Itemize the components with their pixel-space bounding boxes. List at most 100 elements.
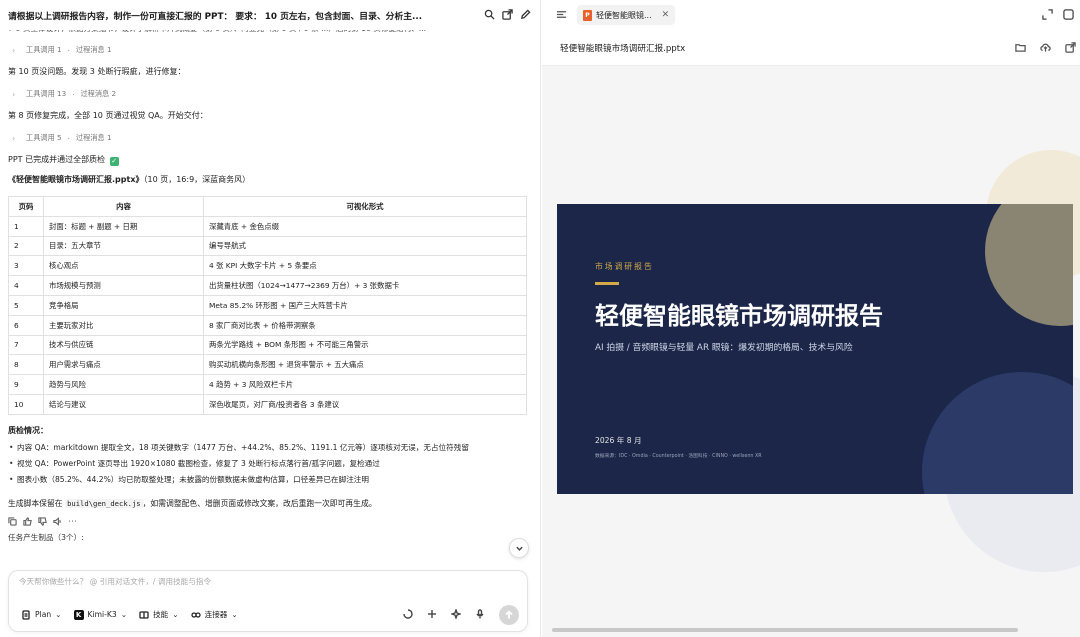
folder-icon[interactable] xyxy=(1015,42,1026,55)
plan-mode-dropdown[interactable]: Plan ⌄ xyxy=(21,609,62,620)
page-number-cell: 4 xyxy=(8,275,44,296)
visual-form-cell: 4 张 KPI 大数字卡片 + 5 条要点 xyxy=(203,255,527,277)
horizontal-scrollbar[interactable] xyxy=(552,628,1018,632)
table-row: 3 核心观点 4 张 KPI 大数字卡片 + 5 条要点 xyxy=(8,255,527,277)
completion-text: PPT 已完成并通过全部质检 xyxy=(8,155,106,164)
chevron-down-icon: ⌄ xyxy=(231,610,238,619)
page-number-cell: 9 xyxy=(8,374,44,395)
thumbs-up-icon[interactable] xyxy=(23,517,32,528)
content-cell: 竞争格局 xyxy=(43,294,204,316)
message-composer: Plan ⌄ K Kimi-K3 ⌄ 技能 ⌄ 连接器 ⌄ xyxy=(8,570,528,632)
slide-preview: 市场调研报告 轻便智能眼镜市场调研报告 AI 拍摄 / 音频眼镜与轻量 AR 眼… xyxy=(557,204,1073,494)
table-row: 8 用户需求与痛点 购买动机横向条形图 + 退货率警示 + 五大痛点 xyxy=(8,354,527,376)
chevron-right-icon: › xyxy=(12,45,16,55)
tool-call-label: 工具调用 1 xyxy=(26,45,62,54)
page-number-cell: 7 xyxy=(8,334,44,356)
preview-window-controls xyxy=(1042,9,1074,22)
content-cell: 市场规模与预测 xyxy=(43,275,204,296)
share-icon[interactable] xyxy=(502,8,513,22)
upload-icon[interactable] xyxy=(1040,42,1051,55)
process-message-label: 过程消息 1 xyxy=(75,45,112,54)
decorative-circle xyxy=(922,372,1073,494)
chevron-down-icon: ⌄ xyxy=(172,610,179,619)
content-cell: 结论与建议 xyxy=(43,393,204,415)
table-row: 4 市场规模与预测 出货量柱状图（1024→1477→2369 万台）+ 3 张数据… xyxy=(8,275,527,296)
menu-icon[interactable] xyxy=(556,9,567,22)
page-number-cell: 6 xyxy=(8,314,44,336)
accent-bar xyxy=(595,282,619,285)
table-header: 内容 xyxy=(43,196,204,217)
chevron-down-icon: ⌄ xyxy=(120,610,128,619)
visual-form-cell: 8 家厂商对比表 + 价格带洞察条 xyxy=(203,314,527,336)
external-link-icon[interactable] xyxy=(1065,42,1076,55)
preview-pane: P 轻便智能眼镜... ✕ 轻便智能眼镜市场调研汇报.pptx 市场调研报告 轻… xyxy=(542,0,1080,637)
tool-call-label: 工具调用 13 xyxy=(26,89,67,98)
chat-scroll-area[interactable]: 7-9 页主体设计，依据方案细节，设计了解析卡片式概要（第 8 页）、阿亚克（第… xyxy=(8,26,528,566)
page-number-cell: 3 xyxy=(8,255,44,277)
chevron-right-icon: › xyxy=(12,133,16,143)
tool-call-row[interactable]: › 工具调用 1 · 过程消息 1 xyxy=(12,43,528,57)
qc-title: 质检情况： xyxy=(8,425,48,435)
table-row: 9 趋势与风险 4 趋势 + 3 风险双栏卡片 xyxy=(8,374,527,395)
sparkle-icon[interactable] xyxy=(449,607,463,621)
table-row: 5 竞争格局 Meta 85.2% 环形图 + 国产三大阵营卡片 xyxy=(8,294,527,316)
deliverable-line: 《轻便智能眼镜市场调研汇报.pptx》（10 页，16:9，深蓝商务风） xyxy=(8,174,528,186)
chat-header: 请根据以上调研报告内容，制作一份可直接汇报的 PPT： 要求： 10 页左右，包… xyxy=(0,0,540,30)
message-input[interactable] xyxy=(19,577,499,586)
qc-item: 内容 QA：markitdown 提取全文，18 项关键数字（1477 万台、+… xyxy=(8,440,528,456)
visual-form-cell: 4 趋势 + 3 风险双栏卡片 xyxy=(203,374,527,395)
composer-actions xyxy=(403,605,519,625)
kimi-logo: K xyxy=(73,609,84,620)
speaker-icon[interactable] xyxy=(53,516,62,528)
expand-icon[interactable] xyxy=(1042,9,1053,22)
slide-subtitle: AI 拍摄 / 音频眼镜与轻量 AR 眼镜：爆发初期的格局、技术与风险 xyxy=(595,343,853,353)
model-dropdown[interactable]: K Kimi-K3 ⌄ xyxy=(73,609,128,620)
skills-dropdown[interactable]: 技能 ⌄ xyxy=(139,609,179,620)
table-header-row: 页码 内容 可视化形式 xyxy=(8,196,527,217)
panel-toggle-icon[interactable] xyxy=(1063,9,1074,22)
script-path: build\gen_deck.js xyxy=(65,498,143,508)
chat-header-actions xyxy=(484,8,531,22)
decorative-circle xyxy=(985,204,1073,326)
qc-list: 内容 QA：markitdown 提取全文，18 项关键数字（1477 万台、+… xyxy=(8,440,528,488)
page-number-cell: 8 xyxy=(8,354,44,376)
content-cell: 封面：标题 + 副题 + 日期 xyxy=(43,215,204,237)
tool-call-row[interactable]: › 工具调用 5 · 过程消息 1 xyxy=(12,131,528,145)
chevron-right-icon: › xyxy=(12,89,16,99)
copy-icon[interactable] xyxy=(8,517,17,528)
slide-title: 轻便智能眼镜市场调研报告 xyxy=(595,302,883,330)
tool-call-row[interactable]: › 工具调用 13 · 过程消息 2 xyxy=(12,87,528,101)
table-row: 7 技术与供应链 两条光学路线 + BOM 条形图 + 不可能三角警示 xyxy=(8,334,527,356)
page-number-cell: 1 xyxy=(8,215,44,237)
visual-form-cell: 深色收尾页，对厂商/投资者各 3 条建议 xyxy=(203,393,527,415)
arrow-up-icon xyxy=(505,610,513,619)
microphone-icon[interactable] xyxy=(475,609,485,621)
thumbs-down-icon[interactable] xyxy=(38,517,47,528)
slide-plan-table: 页码 内容 可视化形式 1 封面：标题 + 副题 + 日期 深藏青底 + 金色点缀 2… xyxy=(8,196,527,415)
page-number-cell: 10 xyxy=(8,393,44,415)
content-cell: 用户需求与痛点 xyxy=(43,354,204,376)
plan-icon xyxy=(22,609,30,620)
file-name: 轻便智能眼镜市场调研汇报.pptx xyxy=(560,43,686,54)
page-number-cell: 5 xyxy=(8,294,44,316)
tab-pptx-file[interactable]: P 轻便智能眼镜... ✕ xyxy=(577,5,676,25)
connectors-dropdown[interactable]: 连接器 ⌄ xyxy=(190,609,238,620)
edit-icon[interactable] xyxy=(520,8,531,22)
chevron-down-icon: ⌄ xyxy=(55,610,62,619)
qc-item: 图表小数（85.2%、44.2%）均已防取整处理；未披露的份额数据未做虚构估算，… xyxy=(8,472,528,488)
more-icon[interactable]: ⋯ xyxy=(68,517,77,527)
search-icon[interactable] xyxy=(484,9,495,22)
close-icon[interactable]: ✕ xyxy=(662,10,670,20)
send-button[interactable] xyxy=(499,605,519,625)
tool-call-label: 工具调用 5 xyxy=(26,133,62,142)
connector-icon xyxy=(190,611,201,618)
table-row: 2 目录：五大章节 编号导航式 xyxy=(8,235,527,257)
add-icon[interactable] xyxy=(427,609,437,621)
visual-form-cell: 两条光学路线 + BOM 条形图 + 不可能三角警示 xyxy=(203,334,527,356)
table-header: 可视化形式 xyxy=(203,196,527,217)
ppt-file-icon: P xyxy=(583,9,592,21)
slide-source: 数据来源：IDC · Omdia · Counterpoint · 洛图科技 ·… xyxy=(595,454,762,459)
artifacts-header: 任务产生制品（3个）: xyxy=(8,532,84,542)
visual-form-cell: 深藏青底 + 金色点缀 xyxy=(203,215,527,237)
scroll-to-bottom-button[interactable] xyxy=(509,538,529,558)
